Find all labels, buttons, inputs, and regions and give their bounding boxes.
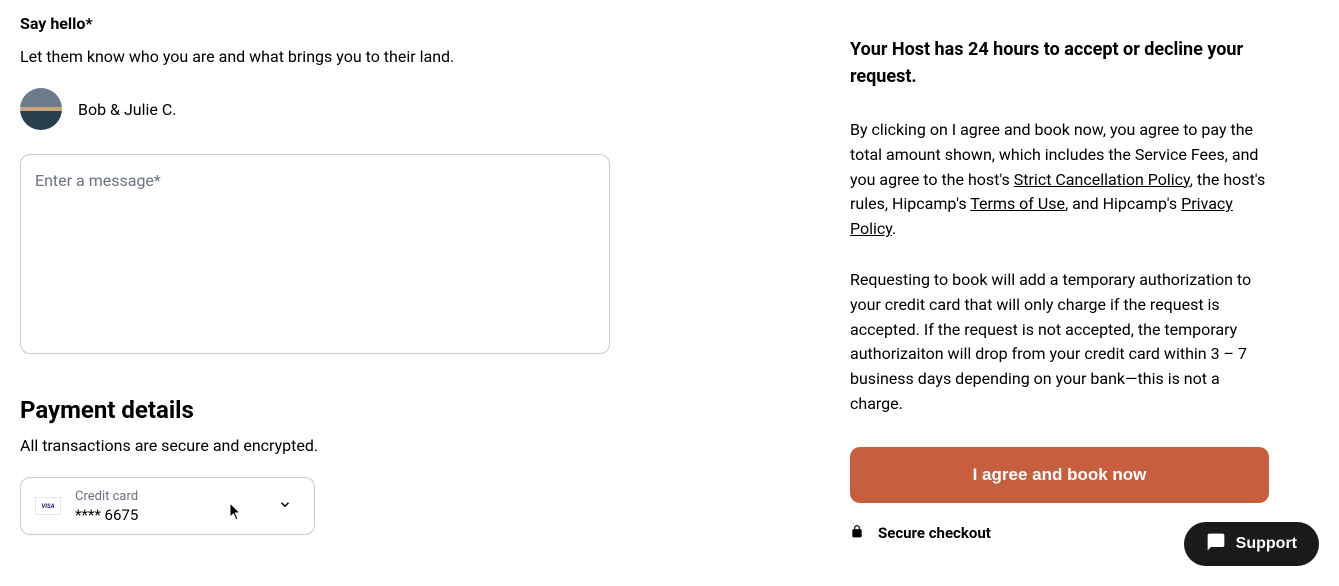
authorization-text: Requesting to book will add a temporary …: [850, 268, 1269, 417]
card-type-label: Credit card: [75, 489, 138, 504]
terms-mid2: , and Hipcamp's: [1065, 194, 1181, 213]
host-deadline-text: Your Host has 24 hours to accept or decl…: [850, 36, 1269, 90]
card-info: Credit card **** 6675: [75, 489, 138, 524]
support-label: Support: [1236, 535, 1297, 553]
terms-text: By clicking on I agree and book now, you…: [850, 118, 1269, 242]
payment-details-subtitle: All transactions are secure and encrypte…: [20, 436, 630, 455]
support-button[interactable]: Support: [1184, 522, 1319, 566]
host-avatar: [20, 88, 62, 130]
card-number: **** 6675: [75, 506, 138, 524]
say-hello-title: Say hello*: [20, 14, 630, 33]
chat-icon: [1206, 532, 1226, 557]
lock-icon: [850, 523, 864, 544]
visa-icon: VISA: [35, 497, 61, 515]
host-name: Bob & Julie C.: [78, 100, 176, 119]
agree-and-book-button[interactable]: I agree and book now: [850, 447, 1269, 503]
strict-cancellation-link[interactable]: Strict Cancellation Policy: [1014, 170, 1190, 189]
payment-details-title: Payment details: [20, 396, 630, 424]
terms-of-use-link[interactable]: Terms of Use: [970, 194, 1065, 213]
say-hello-subtitle: Let them know who you are and what bring…: [20, 47, 630, 66]
secure-checkout-label: Secure checkout: [878, 524, 991, 542]
chevron-down-icon: [278, 497, 292, 516]
message-input[interactable]: [20, 154, 610, 354]
terms-end: .: [892, 219, 896, 238]
credit-card-select[interactable]: VISA Credit card **** 6675: [20, 477, 315, 535]
host-info: Bob & Julie C.: [20, 88, 630, 130]
